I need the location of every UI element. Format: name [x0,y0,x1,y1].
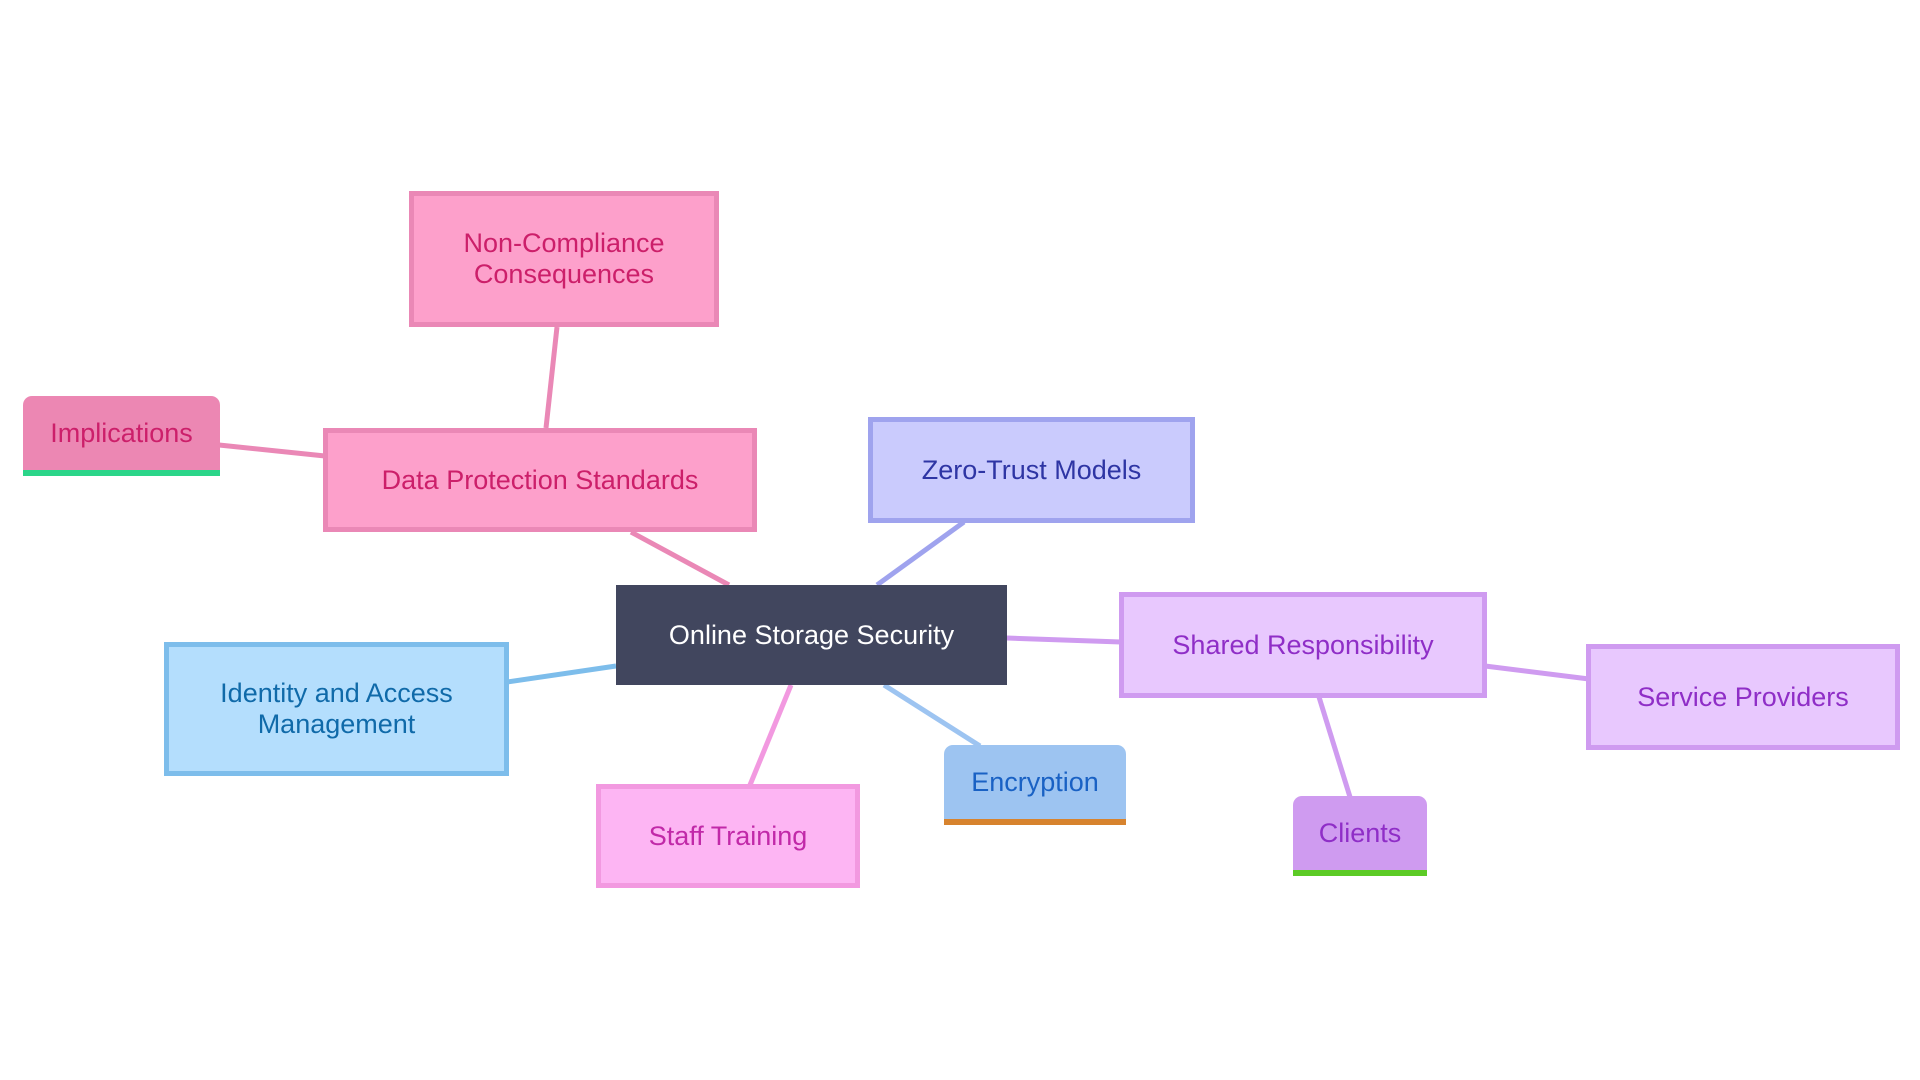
node-label: Zero-Trust Models [921,454,1142,485]
edge-root-iam [506,663,617,685]
node-service-providers[interactable]: Service Providers [1586,644,1900,750]
node-label: Clients [1318,817,1402,848]
edge-dps-ncc [543,326,560,429]
edge-root-ztm [875,519,966,588]
node-non-compliance-consequences[interactable]: Non-Compliance Consequences [409,191,719,327]
edge-sr-sp [1484,663,1590,682]
node-label-line: Consequences [473,259,655,289]
edge-root-sr [1006,635,1122,645]
node-label: Implications [50,417,193,448]
node-staff-training[interactable]: Staff Training [596,784,860,888]
node-zero-trust-models[interactable]: Zero-Trust Models [868,417,1195,523]
edge-dps-impl [218,442,326,459]
node-identity-and-access-management[interactable]: Identity and Access Management [164,642,509,776]
edge-root-enc [882,682,982,749]
node-label-line: Non-Compliance [463,228,665,258]
root-node-online-storage-security[interactable]: Online Storage Security [616,585,1007,685]
node-label: Staff Training [648,820,808,851]
node-label: Data Protection Standards [381,464,699,495]
node-implications[interactable]: Implications [23,396,220,476]
node-label-line: Identity and Access [220,678,453,708]
node-data-protection-standards[interactable]: Data Protection Standards [323,428,757,532]
node-encryption[interactable]: Encryption [944,745,1126,825]
node-label: Shared Responsibility [1172,629,1434,660]
node-label: Online Storage Security [668,619,955,650]
edge-root-dps [629,529,731,588]
node-shared-responsibility[interactable]: Shared Responsibility [1119,592,1487,698]
edge-sr-cli [1316,696,1353,798]
node-label: Service Providers [1637,681,1849,712]
node-label: Encryption [971,766,1099,797]
node-clients[interactable]: Clients [1293,796,1427,876]
node-label-line: Management [257,709,416,739]
connector-layer [218,326,1590,798]
edge-root-st [747,684,794,786]
